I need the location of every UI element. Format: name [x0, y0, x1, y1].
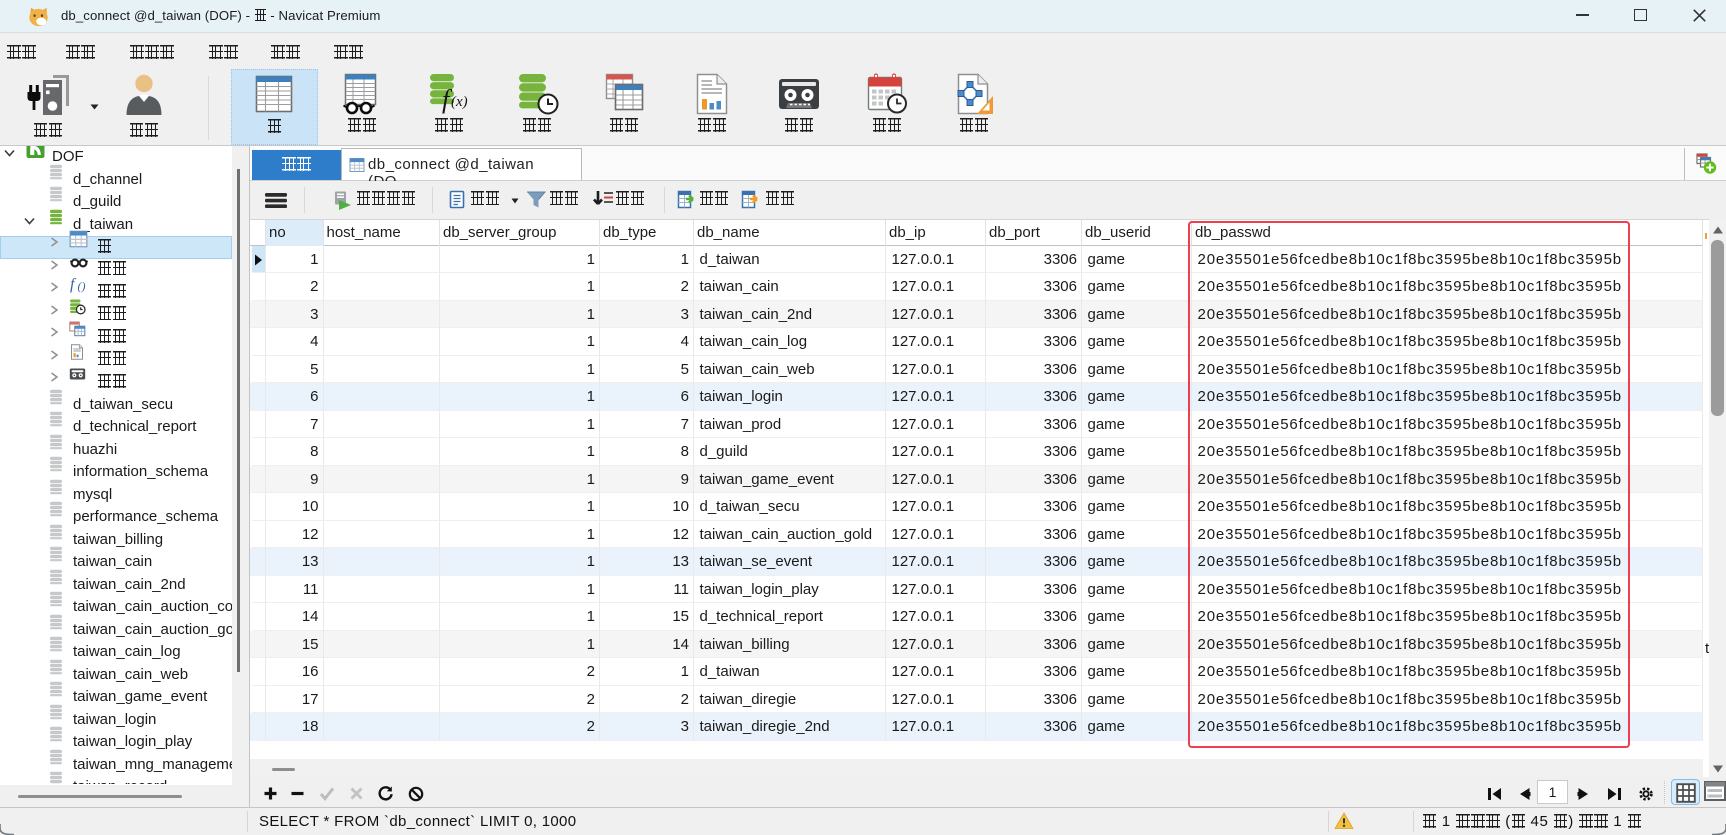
svg-text:(): () [78, 279, 86, 293]
svg-text:(x): (x) [451, 94, 468, 110]
svg-text:f: f [70, 276, 77, 293]
